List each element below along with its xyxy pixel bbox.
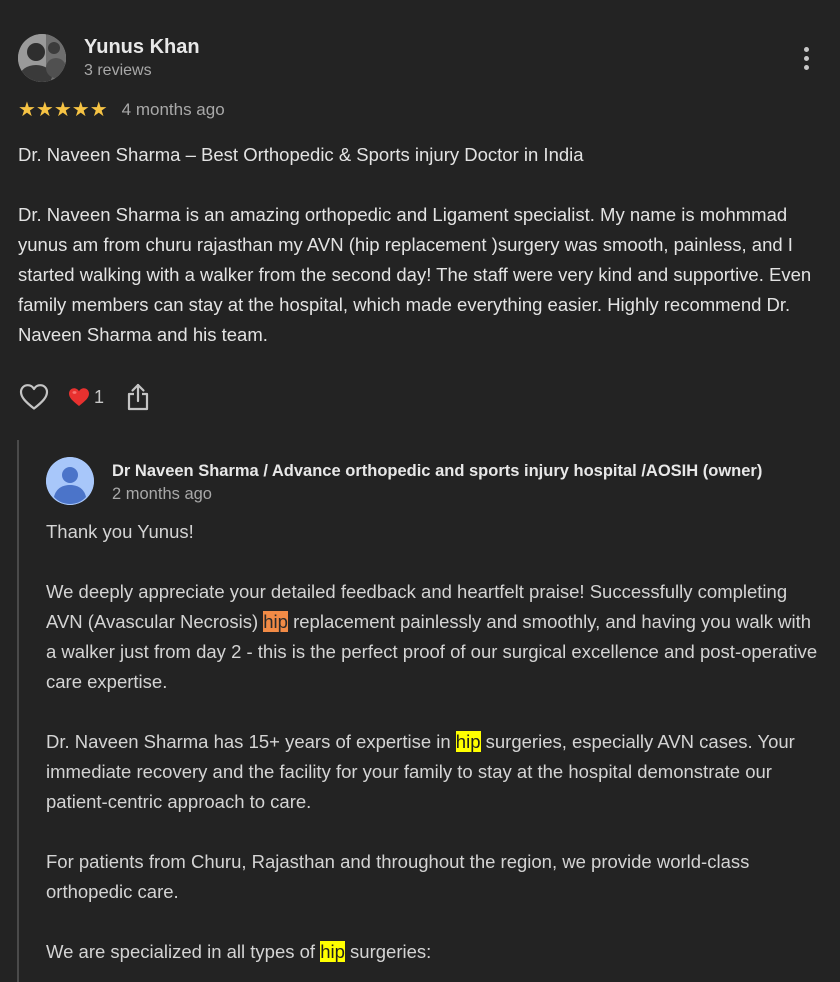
rating-row: ★★★★★ 4 months ago bbox=[18, 98, 225, 122]
search-highlight: hip bbox=[455, 731, 481, 752]
reply-paragraph: Dr. Naveen Sharma has 15+ years of exper… bbox=[46, 731, 795, 812]
owner-name: Dr Naveen Sharma / Advance orthopedic an… bbox=[112, 462, 763, 480]
person-icon bbox=[46, 457, 94, 505]
review-body: Dr. Naveen Sharma – Best Orthopedic & Sp… bbox=[18, 140, 818, 380]
review-paragraph: Dr. Naveen Sharma is an amazing orthoped… bbox=[18, 204, 817, 345]
more-options-button[interactable] bbox=[796, 42, 816, 74]
review-actions: 1 bbox=[18, 380, 152, 414]
more-vert-icon bbox=[803, 46, 809, 70]
like-button[interactable] bbox=[18, 381, 50, 413]
reviewer-avatar[interactable] bbox=[18, 34, 66, 82]
reply-body: Thank you Yunus! We deeply appreciate yo… bbox=[46, 517, 826, 982]
share-button[interactable] bbox=[124, 381, 152, 413]
reply-time: 2 months ago bbox=[112, 485, 212, 503]
reviewer-name[interactable]: Yunus Khan bbox=[84, 35, 200, 59]
search-highlight: hip bbox=[320, 941, 345, 962]
search-highlight-current: hip bbox=[263, 611, 288, 632]
reviewer-review-count: 3 reviews bbox=[84, 62, 152, 79]
review-card: Yunus Khan 3 reviews ★★★★★ 4 months ago … bbox=[0, 0, 840, 982]
reply-paragraph: We are specialized in all types of hip s… bbox=[46, 941, 432, 962]
star-rating: ★★★★★ bbox=[18, 99, 108, 121]
heart-outline-icon bbox=[19, 384, 49, 410]
share-icon bbox=[127, 383, 149, 411]
reply-paragraph: We deeply appreciate your detailed feedb… bbox=[46, 581, 818, 692]
owner-avatar bbox=[46, 457, 94, 505]
review-paragraph: Dr. Naveen Sharma – Best Orthopedic & Sp… bbox=[18, 144, 584, 165]
author-block: Yunus Khan 3 reviews bbox=[84, 35, 200, 81]
review-header: Yunus Khan 3 reviews bbox=[18, 34, 200, 82]
red-heart-icon bbox=[69, 388, 89, 406]
reply-paragraph: For patients from Churu, Rajasthan and t… bbox=[46, 851, 750, 902]
reply-paragraph: Thank you Yunus! bbox=[46, 521, 194, 542]
owner-reply: Dr Naveen Sharma / Advance orthopedic an… bbox=[17, 440, 840, 982]
review-time: 4 months ago bbox=[121, 100, 225, 119]
reply-header: Dr Naveen Sharma / Advance orthopedic an… bbox=[46, 457, 762, 505]
owner-info: Dr Naveen Sharma / Advance orthopedic an… bbox=[112, 460, 762, 505]
reaction-count: 1 bbox=[94, 386, 105, 407]
reaction-summary[interactable]: 1 bbox=[68, 387, 104, 408]
